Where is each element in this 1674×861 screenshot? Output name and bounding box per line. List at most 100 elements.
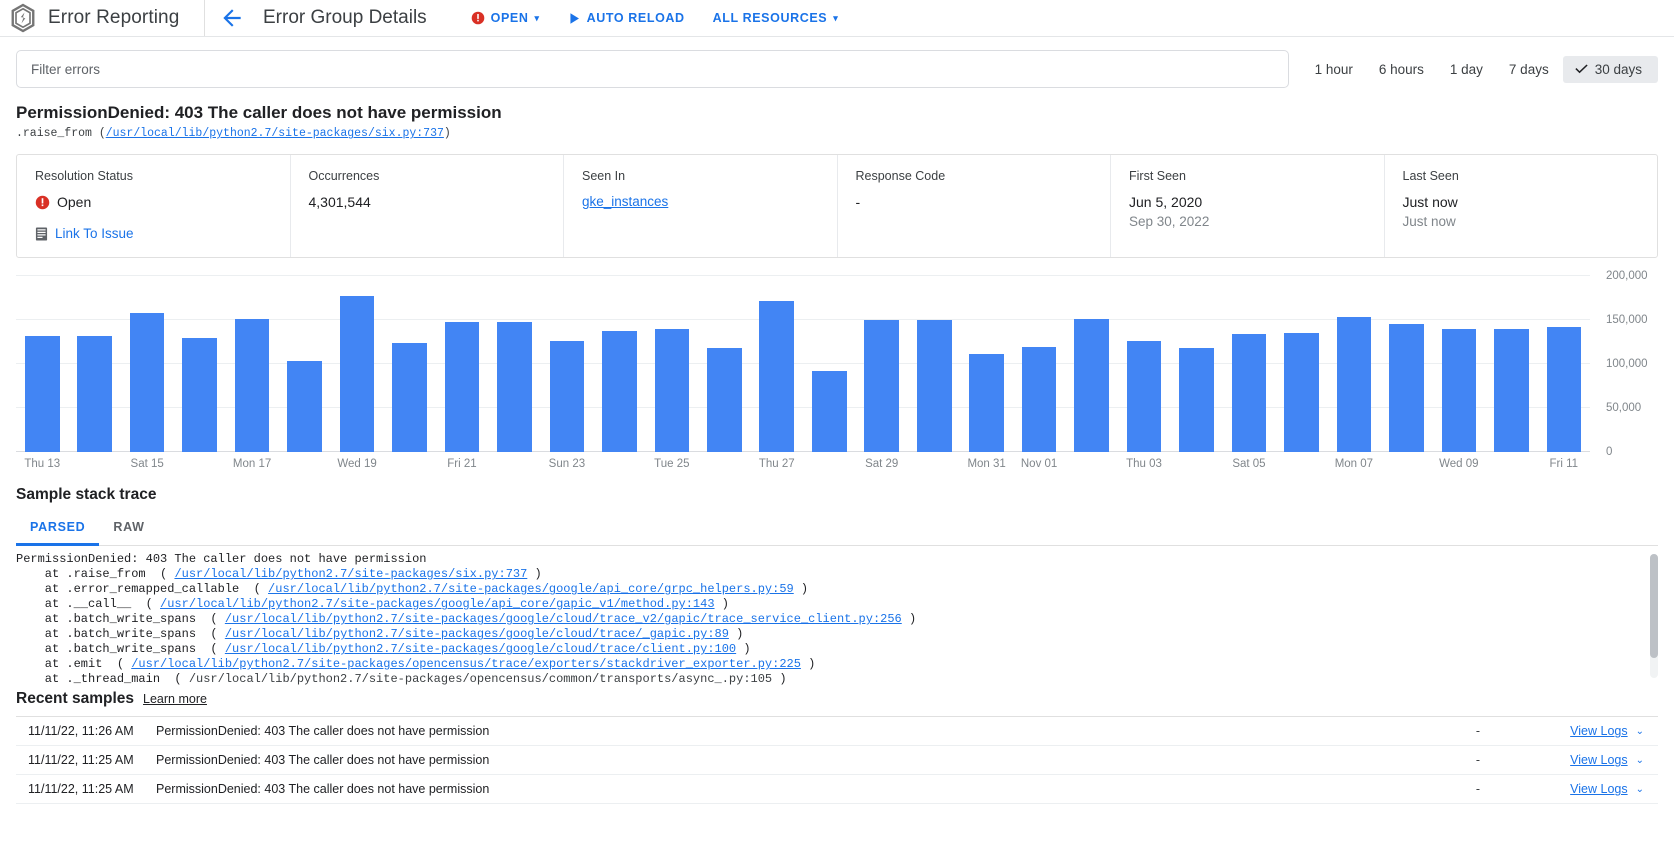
chart-bar-cell[interactable] bbox=[1275, 276, 1327, 453]
chart-bar[interactable] bbox=[1441, 329, 1477, 453]
chart-bar[interactable] bbox=[811, 371, 847, 453]
chart-bar[interactable] bbox=[1336, 316, 1372, 453]
table-row[interactable]: 11/11/22, 11:25 AM PermissionDenied: 403 … bbox=[16, 746, 1658, 776]
chart-bar[interactable] bbox=[916, 320, 952, 453]
filter-errors-input[interactable] bbox=[16, 50, 1289, 88]
table-row[interactable]: 11/11/22, 11:25 AM PermissionDenied: 403 … bbox=[16, 775, 1658, 805]
table-row[interactable]: 11/11/22, 11:26 AM PermissionDenied: 403 … bbox=[16, 717, 1658, 747]
stack-trace-file-link[interactable]: /usr/local/lib/python2.7/site-packages/g… bbox=[160, 597, 715, 611]
chart-bar[interactable] bbox=[497, 322, 532, 453]
stack-trace-file-link[interactable]: /usr/local/lib/python2.7/site-packages/g… bbox=[225, 627, 729, 641]
chart-bar[interactable] bbox=[759, 300, 795, 453]
chart-bar[interactable] bbox=[392, 343, 427, 453]
chart-bar-cell[interactable] bbox=[16, 276, 68, 453]
tab-raw[interactable]: RAW bbox=[99, 512, 158, 546]
chart-bar-cell[interactable] bbox=[1538, 276, 1590, 453]
view-logs-link[interactable]: View Logs bbox=[1570, 724, 1627, 738]
chart-bar[interactable] bbox=[77, 336, 113, 453]
chart-bar-cell[interactable] bbox=[1485, 276, 1537, 453]
chart-bar-cell[interactable] bbox=[960, 276, 1012, 453]
time-range-1-day[interactable]: 1 day bbox=[1438, 56, 1495, 83]
tab-parsed[interactable]: PARSED bbox=[16, 512, 100, 547]
chart-bar[interactable] bbox=[602, 330, 637, 453]
chart-bar[interactable] bbox=[864, 320, 900, 453]
view-logs-link[interactable]: View Logs bbox=[1570, 782, 1627, 796]
chart-bar[interactable] bbox=[1179, 348, 1214, 453]
chart-bar[interactable] bbox=[969, 353, 1004, 453]
chart-bar-cell[interactable] bbox=[278, 276, 330, 453]
back-arrow-icon[interactable] bbox=[219, 5, 245, 31]
sample-timestamp: 11/11/22, 11:26 AM bbox=[28, 724, 134, 739]
chart-bar-cell[interactable] bbox=[1118, 276, 1170, 453]
chart-bar-cell[interactable] bbox=[1328, 276, 1380, 453]
chart-bar[interactable] bbox=[1231, 334, 1267, 453]
chevron-down-icon[interactable]: ⌄ bbox=[1636, 755, 1644, 766]
chevron-down-icon[interactable]: ⌄ bbox=[1636, 784, 1644, 795]
chart-bar[interactable] bbox=[1546, 327, 1582, 453]
chart-bar-cell[interactable] bbox=[1223, 276, 1275, 453]
chart-bar-cell[interactable] bbox=[541, 276, 593, 453]
learn-more-link[interactable]: Learn more bbox=[143, 692, 207, 706]
chart-bar-cell[interactable] bbox=[331, 276, 383, 453]
stack-trace-file-link[interactable]: /usr/local/lib/python2.7/site-packages/g… bbox=[225, 642, 736, 656]
time-range-7-days[interactable]: 7 days bbox=[1497, 56, 1561, 83]
chart-bar-cell[interactable] bbox=[803, 276, 855, 453]
view-logs-cell[interactable]: View Logs ⌄ bbox=[1538, 724, 1658, 738]
chart-bar[interactable] bbox=[1284, 332, 1319, 453]
chart-bar[interactable] bbox=[287, 360, 322, 453]
chart-bar-cell[interactable] bbox=[698, 276, 750, 453]
chart-bar[interactable] bbox=[1389, 323, 1424, 453]
chart-bar[interactable] bbox=[339, 295, 375, 453]
chart-bar-cell[interactable] bbox=[1013, 276, 1065, 453]
view-logs-cell[interactable]: View Logs ⌄ bbox=[1538, 782, 1658, 796]
status-open-dropdown[interactable]: OPEN ▾ bbox=[463, 6, 548, 30]
view-logs-cell[interactable]: View Logs ⌄ bbox=[1538, 753, 1658, 767]
chart-bar-cell[interactable] bbox=[751, 276, 803, 453]
chart-bar-cell[interactable] bbox=[908, 276, 960, 453]
chart-bar-cell[interactable] bbox=[226, 276, 278, 453]
stack-trace-file-link[interactable]: /usr/local/lib/python2.7/site-packages/g… bbox=[268, 582, 794, 596]
chart-bar-cell[interactable] bbox=[646, 276, 698, 453]
chart-bar[interactable] bbox=[654, 329, 690, 453]
chart-bar[interactable] bbox=[444, 322, 480, 453]
auto-reload-button[interactable]: AUTO RELOAD bbox=[560, 6, 693, 30]
chart-bar-cell[interactable] bbox=[68, 276, 120, 453]
chart-bar-cell[interactable] bbox=[856, 276, 908, 453]
chart-bar-cell[interactable] bbox=[436, 276, 488, 453]
error-source-link[interactable]: /usr/local/lib/python2.7/site-packages/s… bbox=[106, 127, 444, 140]
time-range-30-days[interactable]: 30 days bbox=[1562, 55, 1658, 83]
seen-in-value-link[interactable]: gke_instances bbox=[582, 194, 819, 209]
chart-bar[interactable] bbox=[549, 341, 585, 453]
time-range-1-hour[interactable]: 1 hour bbox=[1303, 56, 1365, 83]
link-to-issue-button[interactable]: Link To Issue bbox=[35, 226, 272, 241]
stack-trace-file-link[interactable]: /usr/local/lib/python2.7/site-packages/g… bbox=[225, 612, 902, 626]
chart-bar[interactable] bbox=[24, 336, 60, 453]
chart-bar-cell[interactable] bbox=[593, 276, 645, 453]
chart-bar-cell[interactable] bbox=[1433, 276, 1485, 453]
chart-bar-cell[interactable] bbox=[1380, 276, 1432, 453]
stack-trace-scrollbar-thumb[interactable] bbox=[1650, 554, 1658, 659]
chart-bar[interactable] bbox=[707, 348, 742, 453]
chart-bar-cell[interactable] bbox=[488, 276, 540, 453]
chevron-down-icon[interactable]: ⌄ bbox=[1636, 726, 1644, 737]
chart-bar-cell[interactable] bbox=[1170, 276, 1222, 453]
time-range-6-hours[interactable]: 6 hours bbox=[1367, 56, 1436, 83]
chart-bar[interactable] bbox=[1074, 318, 1109, 453]
resolution-status-text: Open bbox=[57, 194, 92, 211]
stack-trace-file-link[interactable]: /usr/local/lib/python2.7/site-packages/o… bbox=[131, 657, 801, 671]
stack-trace-header-line: PermissionDenied: 403 The caller does no… bbox=[16, 552, 427, 567]
chart-bar[interactable] bbox=[1021, 346, 1057, 453]
chart-bar[interactable] bbox=[129, 313, 165, 453]
chart-bar-cell[interactable] bbox=[121, 276, 173, 453]
chart-bar[interactable] bbox=[234, 318, 270, 453]
chart-bar[interactable] bbox=[182, 337, 217, 453]
chart-bar[interactable] bbox=[1126, 341, 1162, 453]
chart-bar-cell[interactable] bbox=[173, 276, 225, 453]
chart-bar[interactable] bbox=[1494, 329, 1529, 453]
stack-trace-content: PermissionDenied: 403 The caller does no… bbox=[16, 546, 1658, 686]
view-logs-link[interactable]: View Logs bbox=[1570, 753, 1627, 767]
stack-trace-file-link[interactable]: /usr/local/lib/python2.7/site-packages/s… bbox=[174, 567, 527, 581]
chart-bar-cell[interactable] bbox=[1065, 276, 1117, 453]
chart-bar-cell[interactable] bbox=[383, 276, 435, 453]
all-resources-dropdown[interactable]: ALL RESOURCES ▾ bbox=[705, 6, 847, 30]
